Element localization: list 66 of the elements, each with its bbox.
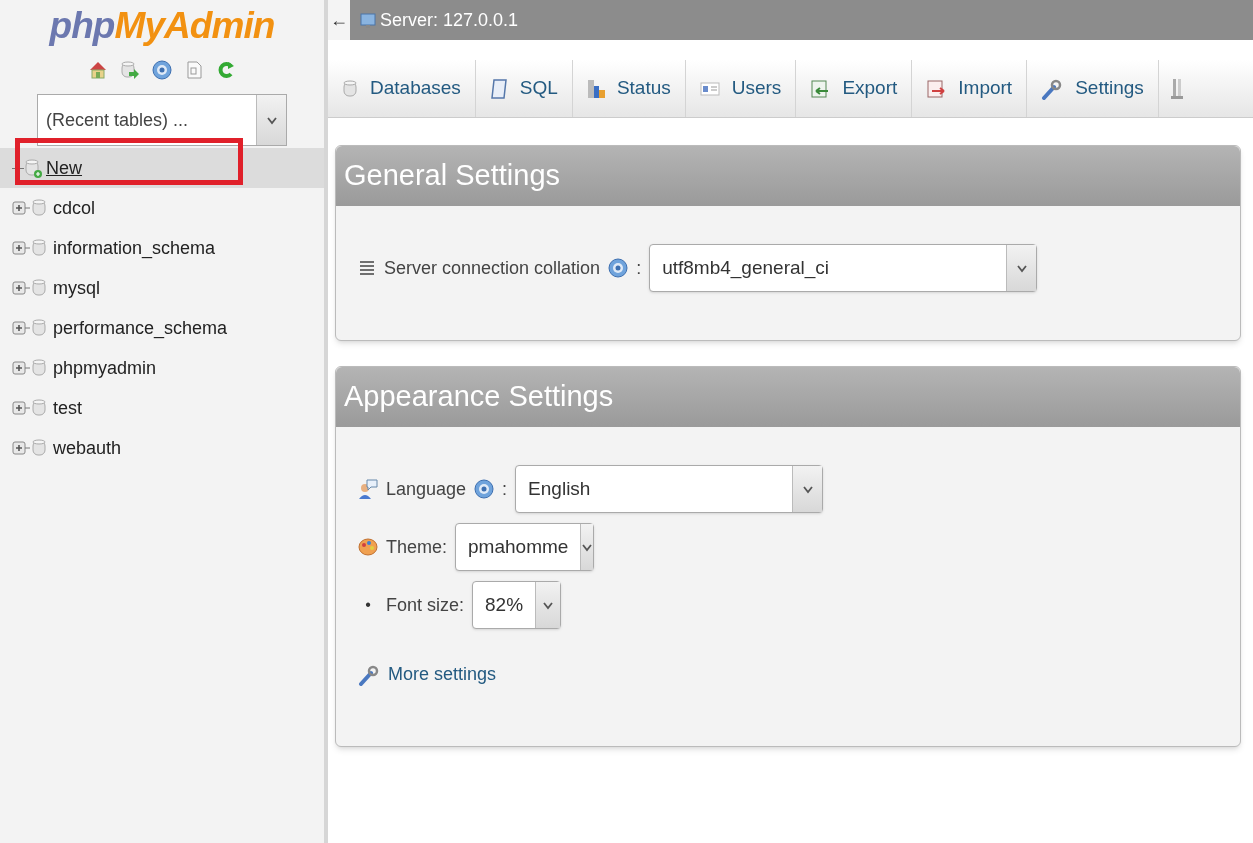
select-field[interactable]: 82% (472, 581, 562, 629)
expand-icon (12, 359, 30, 377)
select-field[interactable]: pmahomme (455, 523, 595, 571)
new-database-icon (24, 158, 44, 178)
setting-label: Font size: (386, 593, 465, 617)
expand-icon (12, 239, 30, 257)
expand-icon (12, 439, 30, 457)
database-icon (31, 318, 47, 338)
expand-icon (12, 399, 30, 417)
logo-text: MyAdmin (114, 4, 275, 48)
tab[interactable]: Export (796, 60, 913, 117)
logo-text: php (49, 4, 115, 48)
wrench-icon (358, 663, 380, 686)
database-arrow-icon (120, 60, 140, 80)
server-icon (360, 12, 376, 28)
bullet: • (364, 595, 372, 615)
database-item[interactable]: cdcol (53, 194, 96, 222)
tab[interactable]: Users (685, 60, 797, 117)
home-icon (88, 60, 108, 80)
user-speech-icon (358, 478, 378, 500)
list-icon (358, 258, 376, 278)
tab[interactable]: SQL (475, 60, 573, 117)
back-button[interactable]: ← (328, 0, 350, 40)
tab[interactable]: Status (572, 60, 686, 117)
database-icon (342, 78, 358, 99)
import-icon (926, 78, 947, 99)
expand-icon (12, 319, 30, 337)
panel-title: General Settings (336, 146, 1240, 206)
tab[interactable]: Settings (1027, 60, 1159, 117)
database-item[interactable]: webauth (53, 434, 122, 462)
palette-icon (358, 537, 378, 557)
select-field[interactable]: utf8mb4_general_ci (649, 244, 1038, 292)
colon: : (502, 477, 508, 501)
document-icon (489, 77, 508, 100)
database-item[interactable]: phpmyadmin (53, 354, 157, 382)
database-icon (31, 358, 47, 378)
expand-icon (12, 279, 30, 297)
database-item[interactable]: mysql (53, 274, 100, 302)
database-item[interactable]: performance_schema (53, 314, 228, 342)
more-settings-link[interactable]: More settings (388, 661, 497, 688)
colon: : (636, 256, 642, 280)
setting-label: Theme: (386, 535, 448, 559)
bar-chart-icon (586, 77, 605, 100)
reload-icon (216, 60, 236, 80)
database-item[interactable]: information_schema (53, 234, 216, 262)
database-icon (31, 198, 47, 218)
setting-label: Language (386, 477, 467, 501)
expand-icon (12, 199, 30, 217)
help-icon (152, 60, 172, 80)
tree-line (12, 167, 24, 169)
toolbar-icon (1170, 77, 1183, 100)
tab[interactable]: Import (912, 60, 1028, 117)
wrench-icon (1041, 77, 1064, 100)
database-icon (31, 238, 47, 258)
tab[interactable]: Databases (328, 60, 476, 117)
select-field[interactable]: English (515, 465, 824, 513)
panel-title: Appearance Settings (336, 367, 1240, 427)
export-icon (810, 78, 831, 99)
setting-label: Server connection collation (384, 256, 601, 280)
new-link[interactable]: New (46, 154, 82, 182)
database-item[interactable]: test (53, 394, 82, 422)
database-icon (31, 438, 47, 458)
document-icon (184, 60, 204, 80)
database-icon (31, 278, 47, 298)
database-icon (31, 398, 47, 418)
recent-tables-select[interactable]: (Recent tables) ... (37, 94, 287, 146)
